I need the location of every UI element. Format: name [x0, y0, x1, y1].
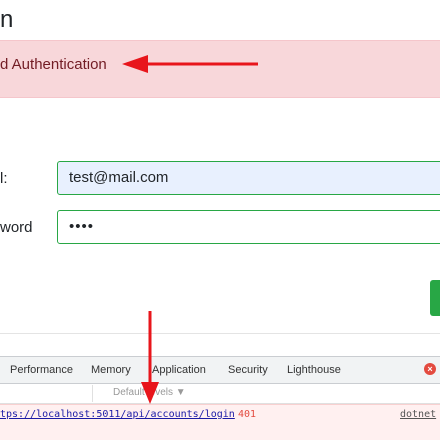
email-field[interactable]: test@mail.com	[57, 161, 440, 195]
error-status-code: 401	[238, 409, 257, 420]
console-filter-bar: Default levels ▼	[0, 384, 440, 404]
password-field[interactable]: ••••	[57, 210, 440, 244]
page-title: n	[0, 6, 14, 33]
email-label: l:	[0, 170, 8, 187]
tab-performance[interactable]: Performance	[10, 364, 73, 376]
log-levels-dropdown[interactable]: Default levels ▼	[113, 387, 186, 398]
console-filter-input[interactable]	[0, 385, 93, 402]
devtools-tab-bar: Performance Memory Application Security …	[0, 356, 440, 384]
tab-application[interactable]: Application	[152, 364, 206, 376]
alert-message: d Authentication	[0, 56, 107, 73]
error-circle-icon[interactable]: ×	[424, 363, 436, 375]
tab-memory[interactable]: Memory	[91, 364, 131, 376]
login-button[interactable]	[430, 280, 440, 316]
password-label: word	[0, 219, 33, 236]
auth-error-alert: d Authentication	[0, 40, 440, 98]
error-request-url[interactable]: tps://localhost:5011/api/accounts/login	[0, 409, 235, 420]
tab-lighthouse[interactable]: Lighthouse	[287, 364, 341, 376]
tab-security[interactable]: Security	[228, 364, 268, 376]
error-source-link[interactable]: dotnet	[400, 409, 436, 420]
page-divider	[0, 333, 440, 334]
console-error-row: tps://localhost:5011/api/accounts/login …	[0, 404, 440, 440]
devtools-panel: Performance Memory Application Security …	[0, 356, 440, 440]
